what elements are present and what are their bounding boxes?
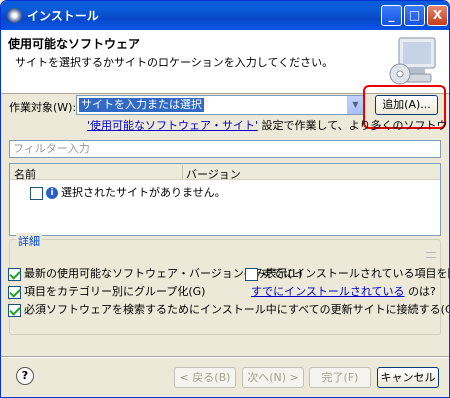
contact-all-label[interactable]: 必須ソフトウェアを検索するためにインストール中にすべての更新サイトに接続する(C… <box>24 303 449 316</box>
hide-installed-option[interactable]: すでにインストールされている項目を隠す(H) <box>245 265 449 281</box>
close-button[interactable]: X <box>427 5 448 26</box>
chevron-down-icon[interactable]: ▼ <box>347 96 363 114</box>
tree-row[interactable]: i 選択されたサイトがありません。 <box>30 184 226 200</box>
window-title: インストール <box>27 9 99 23</box>
row-checkbox[interactable] <box>30 186 43 200</box>
install-banner-icon <box>389 37 436 85</box>
column-version[interactable]: バージョン <box>186 166 241 182</box>
column-divider[interactable] <box>182 165 183 179</box>
empty-message: 選択されたサイトがありません。 <box>61 186 226 199</box>
tree-header: 名前 バージョン <box>10 164 440 182</box>
already-installed-line: すでにインストールされている のは? <box>251 283 436 299</box>
latest-only-checkbox[interactable] <box>8 267 21 281</box>
info-icon: i <box>46 187 58 199</box>
work-with-label: 作業対象(W): <box>9 101 77 114</box>
next-button[interactable]: 次へ(N) > <box>242 367 304 388</box>
group-by-category-option[interactable]: 項目をカテゴリー別にグループ化(G) <box>8 283 205 299</box>
back-button[interactable]: < 戻る(B) <box>174 367 236 388</box>
already-installed-suffix: のは? <box>408 285 436 298</box>
install-dialog: インストール _ □ X 使用可能なソフトウェア サイトを選択するかサイトのロケ… <box>0 0 450 398</box>
cancel-button[interactable]: キャンセル <box>377 367 439 388</box>
group-by-category-label[interactable]: 項目をカテゴリー別にグループ化(G) <box>24 285 205 298</box>
software-tree[interactable]: 名前 バージョン i 選択されたサイトがありません。 <box>9 163 441 236</box>
add-button[interactable]: 追加(A)... <box>375 95 438 115</box>
eclipse-icon <box>7 8 22 23</box>
minimize-button[interactable]: _ <box>381 5 402 26</box>
info-line: '使用可能なソフトウェア・サイト' 設定で作業して、より多くのソフトウェアを検索… <box>87 117 449 133</box>
hide-installed-checkbox[interactable] <box>245 267 258 281</box>
page-subtitle: サイトを選択するかサイトのロケーションを入力してください。 <box>15 56 334 69</box>
maximize-button[interactable]: □ <box>404 5 425 26</box>
help-icon[interactable]: ? <box>16 367 34 385</box>
contact-all-option[interactable]: 必須ソフトウェアを検索するためにインストール中にすべての更新サイトに接続する(C… <box>8 301 449 317</box>
filter-input[interactable]: フィルター入力 <box>9 140 441 158</box>
site-combo[interactable]: サイトを入力または選択 ▼ <box>76 95 364 115</box>
footer-divider <box>1 356 449 358</box>
details-legend: 詳細 <box>16 233 42 249</box>
column-name[interactable]: 名前 <box>14 166 36 182</box>
page-title: 使用可能なソフトウェア <box>8 37 141 51</box>
info-text: 設定で作業して、より多くのソフトウェアを検索してください。 <box>261 119 449 132</box>
already-installed-link[interactable]: すでにインストールされている <box>251 285 405 298</box>
group-by-category-checkbox[interactable] <box>8 285 21 299</box>
hide-installed-label[interactable]: すでにインストールされている項目を隠す(H) <box>261 267 449 280</box>
title-bar[interactable]: インストール _ □ X <box>1 1 449 30</box>
finish-button[interactable]: 完了(F) <box>309 367 371 388</box>
sash-grip[interactable] <box>426 252 436 258</box>
available-sites-link[interactable]: '使用可能なソフトウェア・サイト' <box>87 119 258 132</box>
site-combo-value[interactable]: サイトを入力または選択 <box>79 98 204 112</box>
contact-all-checkbox[interactable] <box>8 303 21 317</box>
